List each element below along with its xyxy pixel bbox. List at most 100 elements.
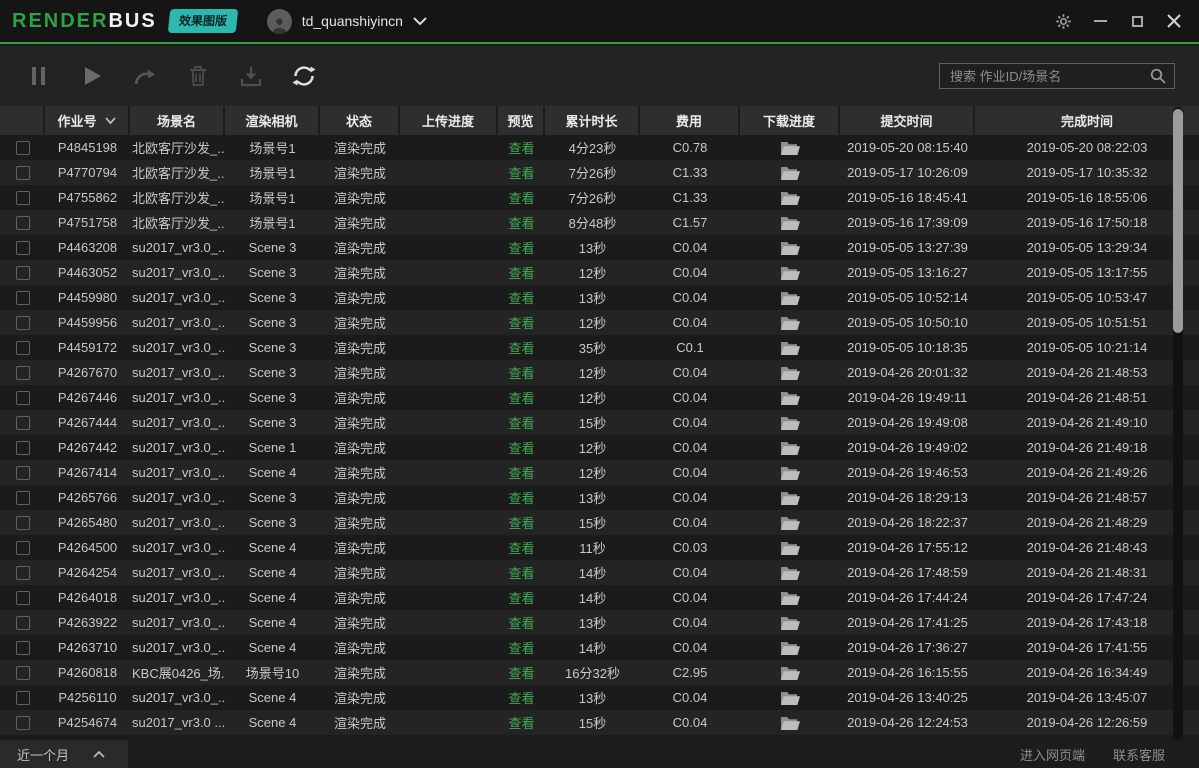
row-checkbox[interactable] [16,216,30,230]
preview-link[interactable]: 查看 [508,188,534,207]
header-job-id[interactable]: 作业号 [45,106,130,135]
row-checkbox[interactable] [16,466,30,480]
download-folder-button[interactable] [740,510,840,535]
row-checkbox[interactable] [16,716,30,730]
download-folder-button[interactable] [740,360,840,385]
table-row[interactable]: P4264254su2017_vr3.0_...Scene 4渲染完成查看14秒… [0,560,1199,585]
table-row[interactable]: P4265766su2017_vr3.0_...Scene 3渲染完成查看13秒… [0,485,1199,510]
pause-button[interactable] [26,63,52,89]
preview-link[interactable]: 查看 [508,613,534,632]
table-row[interactable]: P4463208su2017_vr3.0_...Scene 3渲染完成查看13秒… [0,235,1199,260]
download-folder-button[interactable] [740,635,840,660]
download-folder-button[interactable] [740,285,840,310]
table-row[interactable]: P4264018su2017_vr3.0_...Scene 4渲染完成查看14秒… [0,585,1199,610]
download-folder-button[interactable] [740,460,840,485]
download-folder-button[interactable] [740,435,840,460]
minimize-button[interactable] [1091,12,1109,30]
table-row[interactable]: P4459172su2017_vr3.0_...Scene 3渲染完成查看35秒… [0,335,1199,360]
table-row[interactable]: P4267444su2017_vr3.0_...Scene 3渲染完成查看15秒… [0,410,1199,435]
download-folder-button[interactable] [740,385,840,410]
table-row[interactable]: P4770794北欧客厅沙发_...场景号1渲染完成查看7分26秒C1.3320… [0,160,1199,185]
table-row[interactable]: P4264500su2017_vr3.0_...Scene 4渲染完成查看11秒… [0,535,1199,560]
row-checkbox[interactable] [16,566,30,580]
search-input[interactable] [940,69,1150,84]
row-checkbox[interactable] [16,516,30,530]
download-folder-button[interactable] [740,685,840,710]
table-row[interactable]: P4463052su2017_vr3.0_...Scene 3渲染完成查看12秒… [0,260,1199,285]
row-checkbox[interactable] [16,491,30,505]
user-menu[interactable]: td_quanshiyincn [267,9,427,34]
table-row[interactable]: P4751758北欧客厅沙发_...场景号1渲染完成查看8分48秒C1.5720… [0,210,1199,235]
row-checkbox[interactable] [16,241,30,255]
preview-link[interactable]: 查看 [508,213,534,232]
date-range-selector[interactable]: 近一个月 [0,740,128,768]
download-folder-button[interactable] [740,260,840,285]
maximize-button[interactable] [1128,12,1146,30]
preview-link[interactable]: 查看 [508,363,534,382]
download-folder-button[interactable] [740,485,840,510]
download-folder-button[interactable] [740,185,840,210]
settings-gear-icon[interactable] [1054,12,1072,30]
row-checkbox[interactable] [16,416,30,430]
download-folder-button[interactable] [740,560,840,585]
preview-link[interactable]: 查看 [508,688,534,707]
table-row[interactable]: P4254674su2017_vr3.0 ...Scene 4渲染完成查看15秒… [0,710,1199,735]
download-folder-button[interactable] [740,210,840,235]
preview-link[interactable]: 查看 [508,513,534,532]
download-folder-button[interactable] [740,335,840,360]
preview-link[interactable]: 查看 [508,263,534,282]
preview-link[interactable]: 查看 [508,713,534,732]
preview-link[interactable]: 查看 [508,438,534,457]
row-checkbox[interactable] [16,266,30,280]
preview-link[interactable]: 查看 [508,488,534,507]
preview-link[interactable]: 查看 [508,388,534,407]
table-row[interactable]: P4263922su2017_vr3.0_...Scene 4渲染完成查看13秒… [0,610,1199,635]
table-row[interactable]: P4263710su2017_vr3.0_...Scene 4渲染完成查看14秒… [0,635,1199,660]
preview-link[interactable]: 查看 [508,238,534,257]
refresh-button[interactable] [291,63,317,89]
open-web-link[interactable]: 进入网页端 [1020,745,1085,764]
row-checkbox[interactable] [16,641,30,655]
preview-link[interactable]: 查看 [508,463,534,482]
preview-link[interactable]: 查看 [508,138,534,157]
close-button[interactable] [1165,12,1183,30]
download-folder-button[interactable] [740,585,840,610]
search-icon[interactable] [1150,68,1166,84]
row-checkbox[interactable] [16,541,30,555]
row-checkbox[interactable] [16,141,30,155]
preview-link[interactable]: 查看 [508,338,534,357]
preview-link[interactable]: 查看 [508,563,534,582]
row-checkbox[interactable] [16,316,30,330]
table-row[interactable]: P4256110su2017_vr3.0_...Scene 4渲染完成查看13秒… [0,685,1199,710]
download-folder-button[interactable] [740,160,840,185]
table-row[interactable]: P4265480su2017_vr3.0_...Scene 3渲染完成查看15秒… [0,510,1199,535]
row-checkbox[interactable] [16,591,30,605]
table-row[interactable]: P4755862北欧客厅沙发_...场景号1渲染完成查看7分26秒C1.3320… [0,185,1199,210]
preview-link[interactable]: 查看 [508,588,534,607]
row-checkbox[interactable] [16,291,30,305]
delete-trash-icon[interactable] [185,63,211,89]
table-row[interactable]: P4267446su2017_vr3.0_...Scene 3渲染完成查看12秒… [0,385,1199,410]
start-button[interactable] [79,63,105,89]
table-row[interactable]: P4459980su2017_vr3.0_...Scene 3渲染完成查看13秒… [0,285,1199,310]
preview-link[interactable]: 查看 [508,663,534,682]
preview-link[interactable]: 查看 [508,163,534,182]
contact-support-link[interactable]: 联系客服 [1113,745,1165,764]
download-folder-button[interactable] [740,135,840,160]
row-checkbox[interactable] [16,616,30,630]
download-folder-button[interactable] [740,610,840,635]
download-folder-button[interactable] [740,235,840,260]
row-checkbox[interactable] [16,191,30,205]
row-checkbox[interactable] [16,341,30,355]
scrollbar-thumb[interactable] [1173,109,1183,333]
resubmit-button[interactable] [132,63,158,89]
table-row[interactable]: P4267414su2017_vr3.0_...Scene 4渲染完成查看12秒… [0,460,1199,485]
table-row[interactable]: P4845198北欧客厅沙发_...场景号1渲染完成查看4分23秒C0.7820… [0,135,1199,160]
table-row[interactable]: P4267442su2017_vr3.0_...Scene 1渲染完成查看12秒… [0,435,1199,460]
row-checkbox[interactable] [16,691,30,705]
row-checkbox[interactable] [16,391,30,405]
download-folder-button[interactable] [740,535,840,560]
row-checkbox[interactable] [16,441,30,455]
preview-link[interactable]: 查看 [508,288,534,307]
table-row[interactable]: P4260818KBC展0426_场...场景号10渲染完成查看16分32秒C2… [0,660,1199,685]
